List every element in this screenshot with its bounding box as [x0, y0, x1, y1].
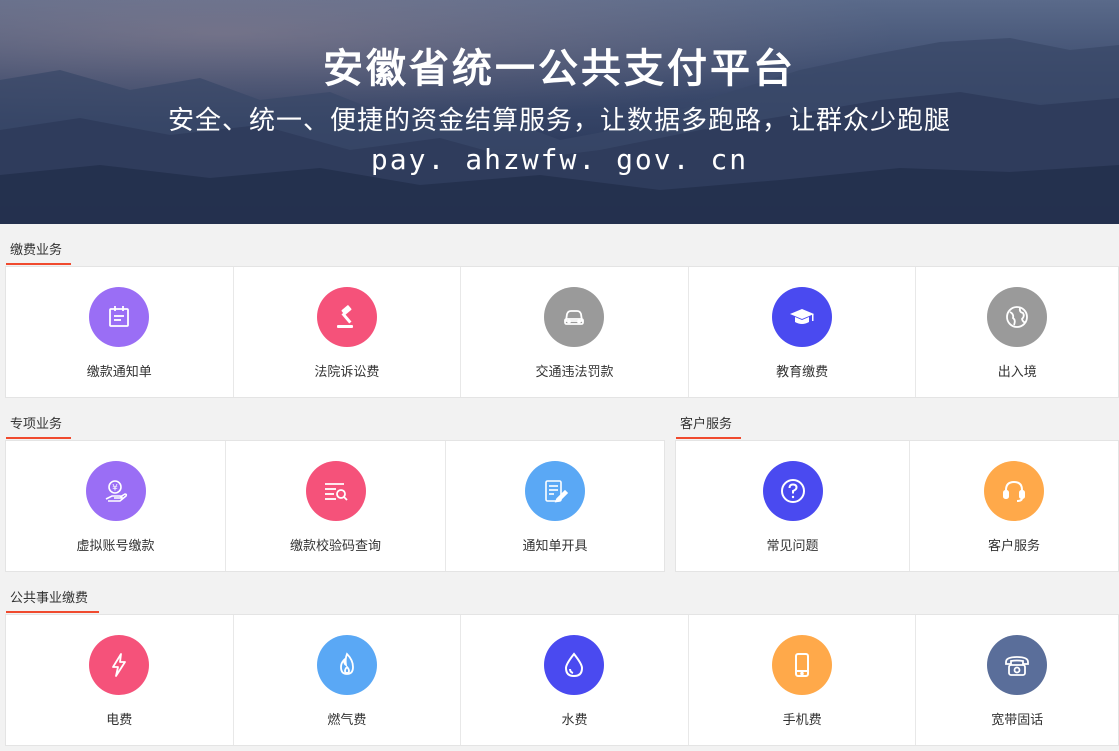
section-underline — [6, 611, 99, 613]
card-label: 法院诉讼费 — [314, 365, 380, 380]
card-label: 常见问题 — [766, 539, 819, 554]
section-title-special: 专项业务 — [10, 417, 63, 432]
card-label: 电费 — [106, 713, 133, 728]
card-electricity[interactable]: 电费 — [6, 615, 234, 745]
utilities-row: 电费 燃气费 水费 手机费 宽带固话 — [5, 614, 1119, 746]
card-notice-issue[interactable]: 通知单开具 — [446, 441, 664, 571]
headset-icon — [984, 461, 1044, 521]
section-header-special: 专项业务 — [6, 413, 106, 439]
gavel-icon — [316, 287, 377, 347]
card-label: 宽带固话 — [991, 713, 1044, 728]
section-underline — [676, 437, 741, 439]
special-row: ¥ 虚拟账号缴款 缴款校验码查询 通知单开具 — [5, 440, 665, 572]
card-label: 客户服务 — [987, 539, 1040, 554]
card-education-fee[interactable]: 教育缴费 — [688, 267, 917, 397]
car-icon — [544, 287, 605, 347]
svg-text:¥: ¥ — [112, 484, 118, 494]
form-edit-icon — [525, 461, 585, 521]
flame-icon — [316, 635, 377, 695]
card-traffic-fine[interactable]: 交通违法罚款 — [461, 267, 689, 397]
fees-row: 缴款通知单 法院诉讼费 交通违法罚款 教育缴费 出入境 — [5, 266, 1119, 398]
card-label: 虚拟账号缴款 — [76, 539, 155, 554]
section-underline — [6, 437, 71, 439]
card-immigration[interactable]: 出入境 — [916, 267, 1119, 397]
card-label: 交通违法罚款 — [535, 365, 614, 380]
lightning-icon — [89, 635, 150, 695]
question-icon — [762, 461, 823, 521]
section-header-customer: 客户服务 — [676, 413, 776, 439]
graduation-cap-icon — [772, 287, 833, 347]
section-header-fees: 缴费业务 — [6, 239, 106, 265]
hero-banner: 安徽省统一公共支付平台 安全、统一、便捷的资金结算服务，让数据多跑路，让群众少跑… — [0, 0, 1119, 224]
section-underline — [6, 263, 71, 265]
list-search-icon — [305, 461, 366, 521]
yuan-hand-icon: ¥ — [85, 461, 146, 521]
section-header-utilities: 公共事业缴费 — [6, 587, 126, 613]
site-url: pay. ahzwfw. gov. cn — [370, 143, 749, 176]
card-water[interactable]: 水费 — [461, 615, 689, 745]
card-broadband[interactable]: 宽带固话 — [916, 615, 1119, 745]
page-title: 安徽省统一公共支付平台 — [323, 46, 796, 92]
card-label: 通知单开具 — [522, 539, 588, 554]
water-drop-icon — [544, 635, 605, 695]
section-title-fees: 缴费业务 — [10, 243, 63, 258]
card-label: 教育缴费 — [776, 365, 829, 380]
notice-icon — [89, 287, 150, 347]
card-customer-service[interactable]: 客户服务 — [910, 441, 1118, 571]
card-virtual-account[interactable]: ¥ 虚拟账号缴款 — [6, 441, 226, 571]
card-verification-query[interactable]: 缴款校验码查询 — [226, 441, 446, 571]
card-court-fee[interactable]: 法院诉讼费 — [233, 267, 462, 397]
card-label: 燃气费 — [327, 713, 367, 728]
card-payment-notice[interactable]: 缴款通知单 — [6, 267, 234, 397]
section-title-utilities: 公共事业缴费 — [10, 591, 89, 606]
card-gas[interactable]: 燃气费 — [233, 615, 462, 745]
card-label: 水费 — [561, 713, 588, 728]
telephone-icon — [987, 635, 1048, 695]
card-label: 缴款通知单 — [86, 365, 152, 380]
card-label: 缴款校验码查询 — [289, 539, 381, 554]
card-faq[interactable]: 常见问题 — [676, 441, 910, 571]
globe-icon — [987, 287, 1048, 347]
section-title-customer: 客户服务 — [680, 417, 733, 432]
page-subtitle: 安全、统一、便捷的资金结算服务，让数据多跑路，让群众少跑腿 — [167, 106, 951, 136]
card-label: 出入境 — [997, 365, 1037, 380]
customer-row: 常见问题 客户服务 — [675, 440, 1119, 572]
card-mobile[interactable]: 手机费 — [688, 615, 917, 745]
card-label: 手机费 — [782, 713, 822, 728]
phone-icon — [772, 635, 833, 695]
